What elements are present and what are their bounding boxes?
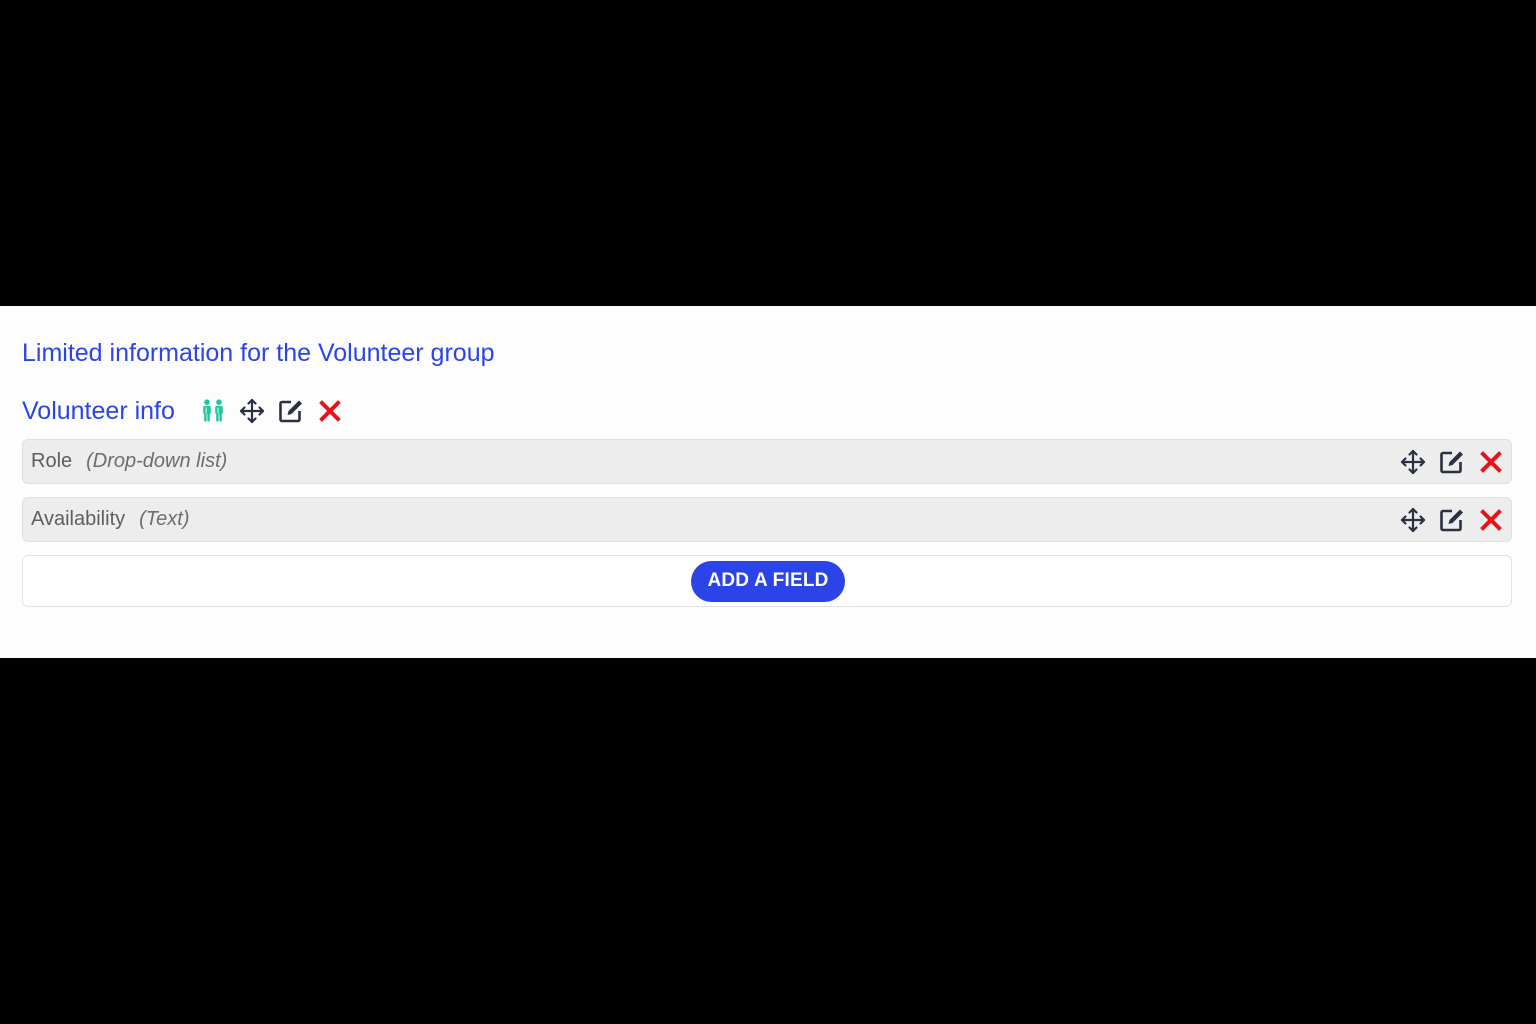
letterbox-bottom <box>0 658 1536 1024</box>
move-icon[interactable] <box>1399 448 1427 476</box>
field-actions <box>1399 448 1505 476</box>
field-type: (Drop-down list) <box>86 450 228 472</box>
section-heading: Limited information for the Volunteer gr… <box>22 339 495 367</box>
group-title: Volunteer info <box>22 396 175 425</box>
move-icon[interactable] <box>238 397 266 425</box>
form-builder-panel: Limited information for the Volunteer gr… <box>0 306 1536 658</box>
edit-icon[interactable] <box>1438 506 1466 534</box>
field-type: (Text) <box>139 508 190 530</box>
edit-icon[interactable] <box>277 397 305 425</box>
field-row-availability[interactable]: Availability (Text) <box>22 497 1512 542</box>
edit-icon[interactable] <box>1438 448 1466 476</box>
field-actions <box>1399 506 1505 534</box>
delete-icon[interactable] <box>1477 448 1505 476</box>
field-name: Role <box>31 450 73 472</box>
group-header: Volunteer info <box>22 394 355 428</box>
group-people-icon[interactable] <box>199 397 227 425</box>
move-icon[interactable] <box>1399 506 1427 534</box>
letterbox-top <box>0 0 1536 306</box>
delete-icon[interactable] <box>1477 506 1505 534</box>
add-field-button[interactable]: ADD A FIELD <box>691 560 845 602</box>
field-row-role[interactable]: Role (Drop-down list) <box>22 439 1512 484</box>
field-name: Availability <box>31 508 126 530</box>
add-field-container: ADD A FIELD <box>22 555 1512 607</box>
delete-icon[interactable] <box>316 397 344 425</box>
